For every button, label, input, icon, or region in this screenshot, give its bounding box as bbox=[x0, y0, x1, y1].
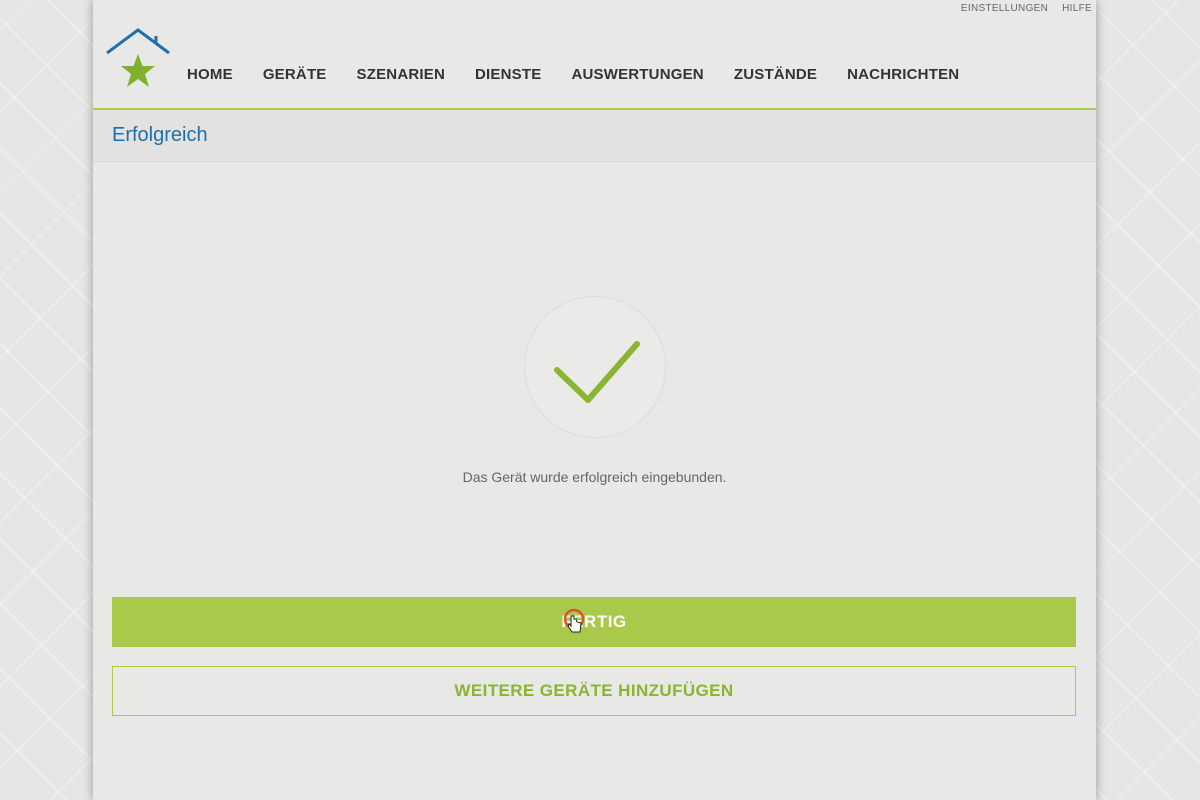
nav-item-geraete[interactable]: GERÄTE bbox=[263, 66, 327, 83]
logo[interactable] bbox=[105, 26, 171, 92]
nav-item-zustaende[interactable]: ZUSTÄNDE bbox=[734, 66, 817, 83]
help-link[interactable]: HILFE bbox=[1062, 3, 1092, 14]
nav-item-home[interactable]: HOME bbox=[187, 66, 233, 83]
checkmark-icon bbox=[554, 341, 640, 403]
success-message: Das Gerät wurde erfolgreich eingebunden. bbox=[462, 469, 727, 485]
done-button[interactable]: FERTIG bbox=[112, 597, 1076, 647]
nav-item-szenarien[interactable]: SZENARIEN bbox=[357, 66, 445, 83]
success-indicator bbox=[524, 296, 666, 438]
nav-item-nachrichten[interactable]: NACHRICHTEN bbox=[847, 66, 959, 83]
nav-item-dienste[interactable]: DIENSTE bbox=[475, 66, 541, 83]
main-content: Das Gerät wurde erfolgreich eingebunden.… bbox=[93, 162, 1096, 799]
app-window: EINSTELLUNGEN HILFE HOME GERÄTE SZENARIE… bbox=[93, 0, 1096, 800]
add-more-devices-button[interactable]: WEITERE GERÄTE HINZUFÜGEN bbox=[112, 666, 1076, 716]
main-nav: HOME GERÄTE SZENARIEN DIENSTE AUSWERTUNG… bbox=[187, 66, 989, 83]
title-bar: Erfolgreich bbox=[93, 110, 1096, 162]
house-star-icon bbox=[106, 28, 170, 87]
header: EINSTELLUNGEN HILFE HOME GERÄTE SZENARIE… bbox=[93, 0, 1096, 110]
settings-link[interactable]: EINSTELLUNGEN bbox=[961, 3, 1048, 14]
nav-item-auswertungen[interactable]: AUSWERTUNGEN bbox=[571, 66, 703, 83]
utility-nav: EINSTELLUNGEN HILFE bbox=[961, 3, 1092, 14]
page-title: Erfolgreich bbox=[112, 124, 208, 146]
